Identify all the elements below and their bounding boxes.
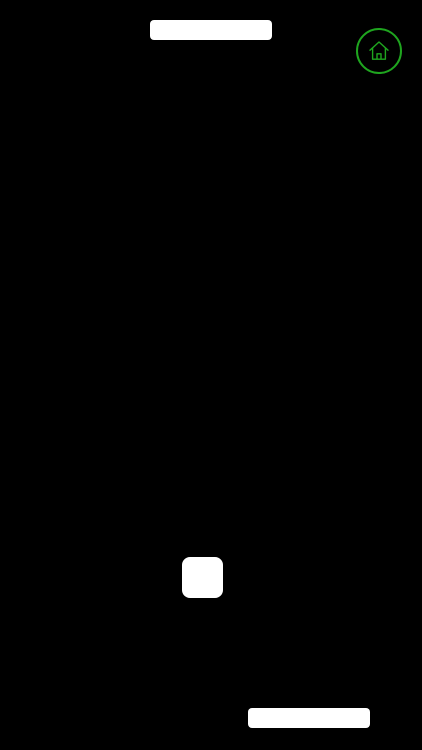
top-paddle: [150, 20, 272, 40]
bottom-paddle[interactable]: [248, 708, 370, 728]
ball: [182, 557, 223, 598]
game-screen[interactable]: [0, 0, 422, 750]
home-icon: [367, 39, 391, 63]
home-button[interactable]: [356, 28, 402, 74]
